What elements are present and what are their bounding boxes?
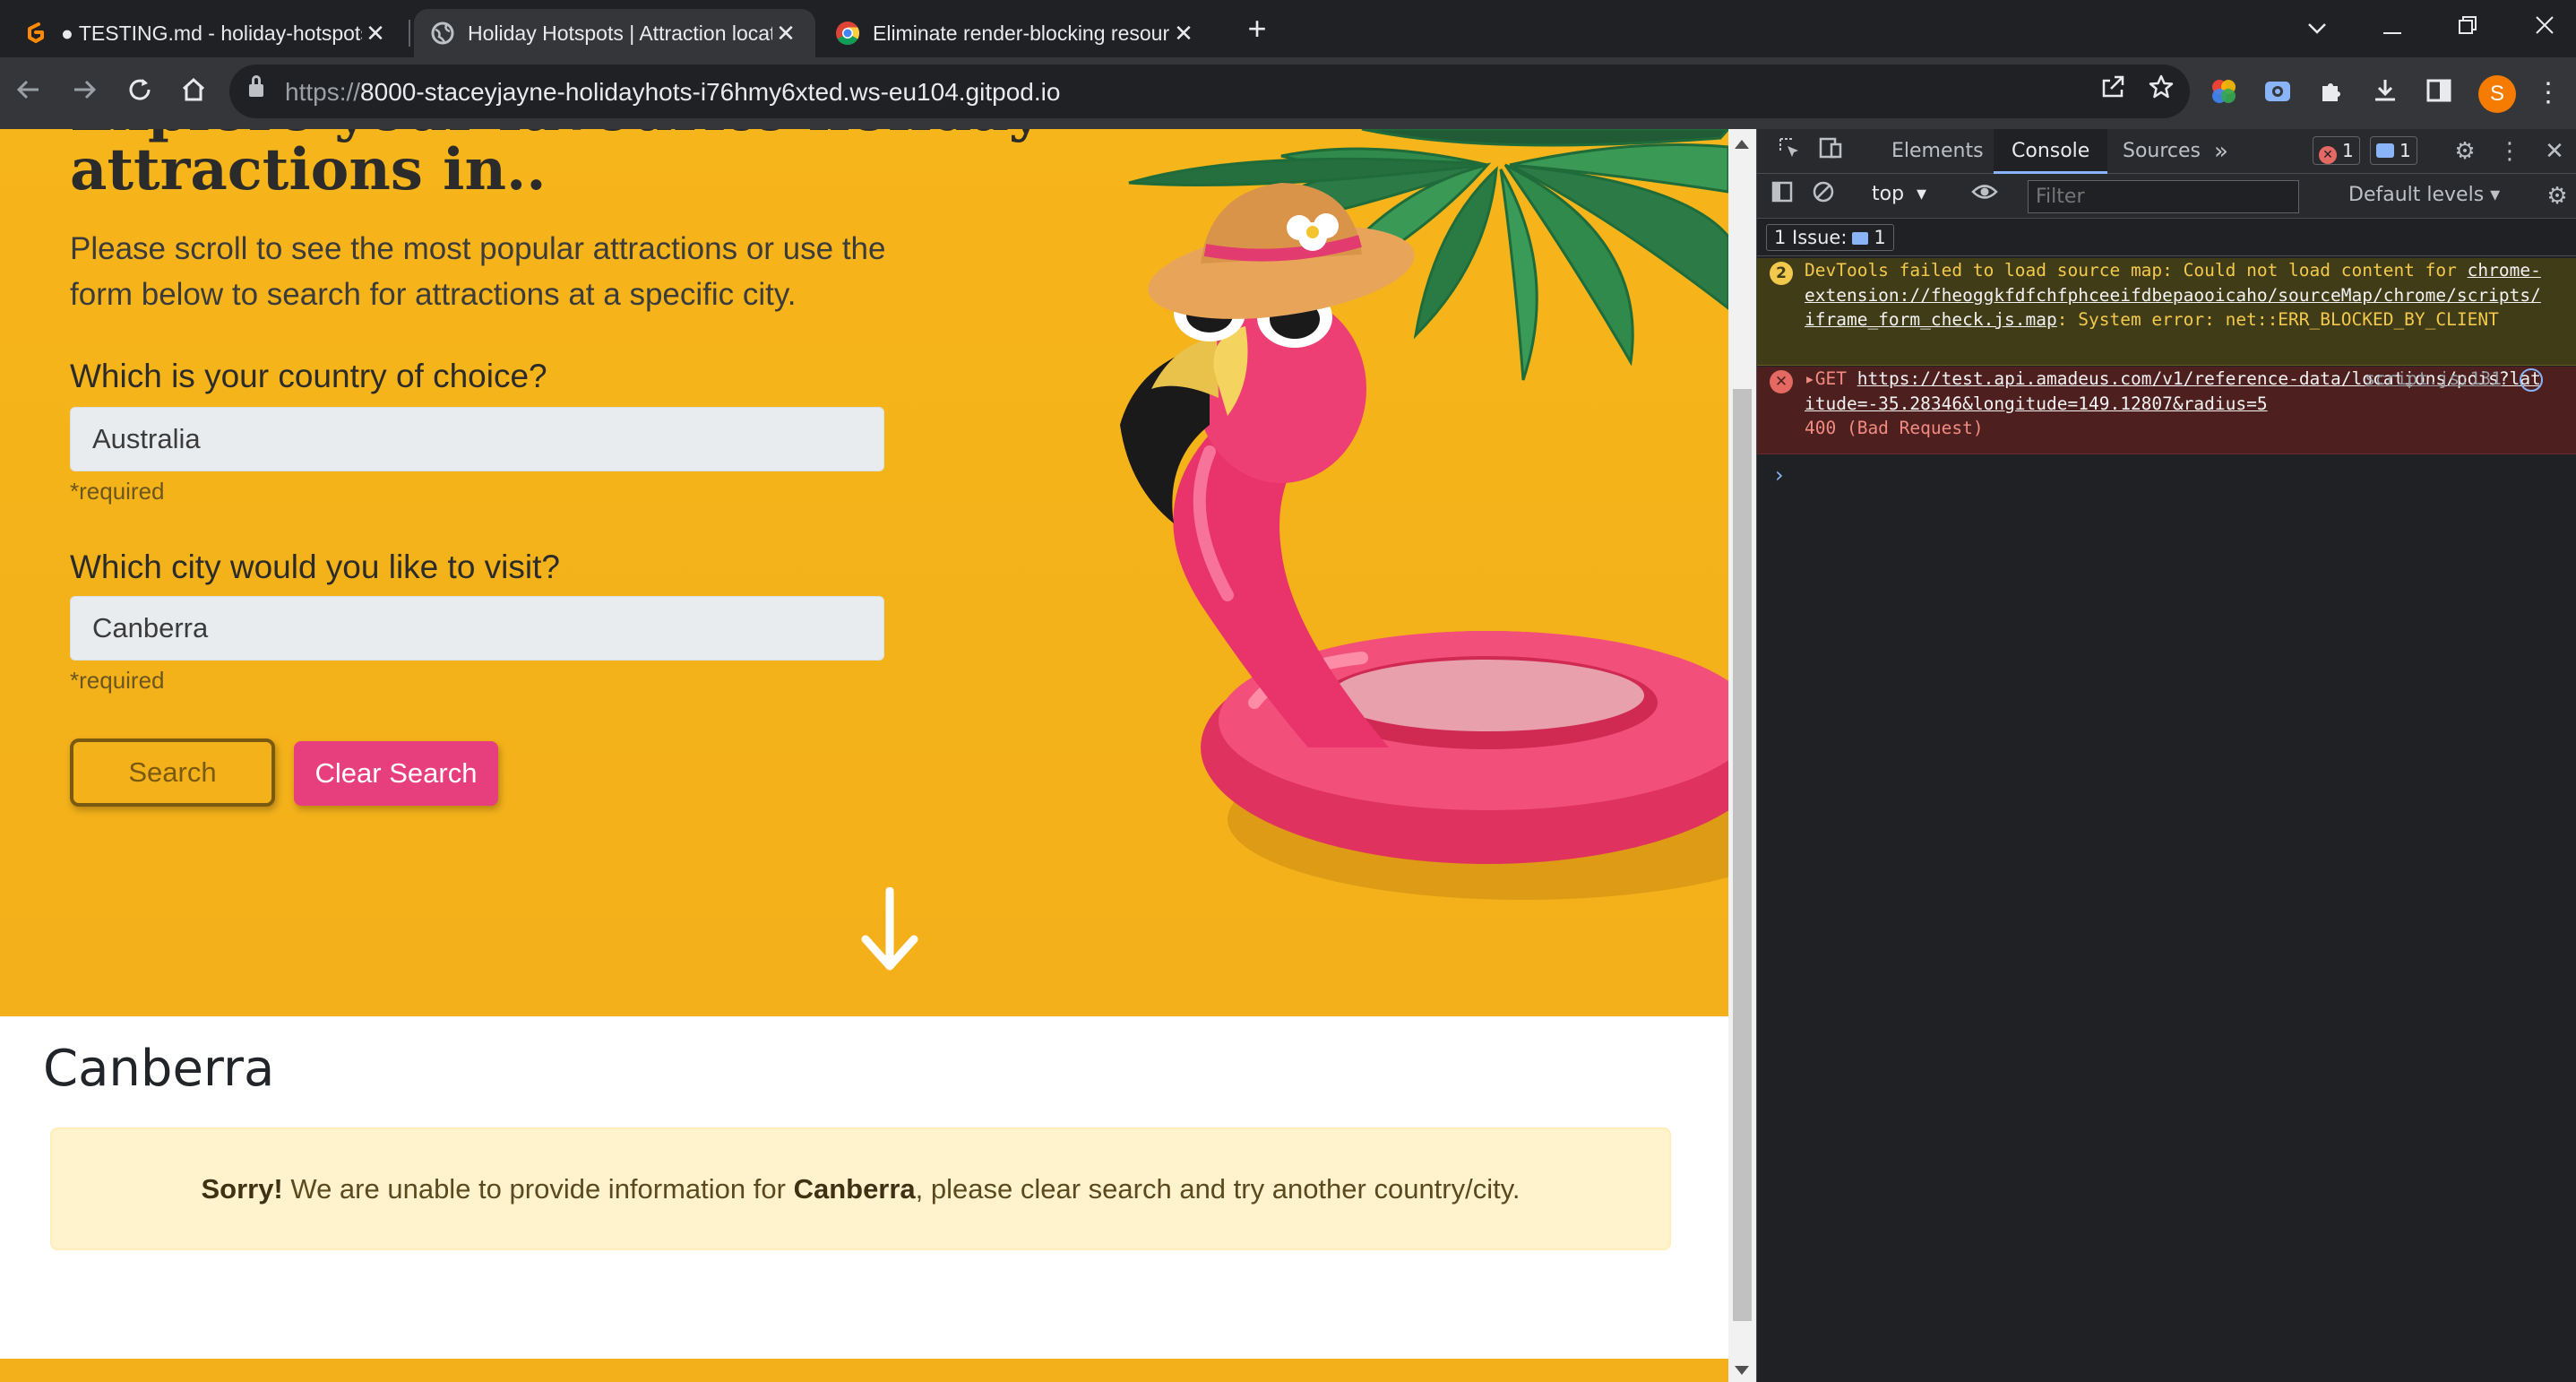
url-text[interactable]: https://8000-staceyjayne-holidayhots-i76…	[285, 78, 1060, 107]
no-results-alert: Sorry! We are unable to provide informat…	[50, 1127, 1671, 1250]
close-window-button[interactable]	[2518, 7, 2572, 47]
tab-testing-md[interactable]: ● TESTING.md - holiday-hotspots ✕	[7, 9, 405, 57]
devtools-panel: Elements Console Sources » ✕ 1 1 ⚙ ⋮ ✕ to…	[1756, 129, 2576, 1382]
restore-button[interactable]	[2441, 7, 2494, 47]
tab-title: ● TESTING.md - holiday-hotspots	[61, 21, 362, 45]
close-icon[interactable]: ✕	[772, 20, 799, 48]
new-tab-button[interactable]: +	[1239, 11, 1275, 47]
page-viewport: Explore your favourite holiday attractio…	[0, 129, 1728, 1382]
console-settings-icon[interactable]: ⚙	[2541, 180, 2573, 212]
devtools-tabbar: Elements Console Sources » ✕ 1 1 ⚙ ⋮ ✕	[1757, 129, 2576, 174]
tab-eliminate-render-blocking[interactable]: Eliminate render-blocking resources ✕	[819, 9, 1213, 57]
footer-band	[0, 1359, 1728, 1382]
home-icon[interactable]	[176, 75, 211, 111]
device-toolbar-icon[interactable]	[1814, 135, 1847, 168]
clear-console-icon[interactable]	[1807, 180, 1839, 212]
browser-toolbar: https://8000-staceyjayne-holidayhots-i76…	[0, 57, 2576, 129]
side-panel-icon[interactable]	[2423, 77, 2455, 109]
close-icon[interactable]: ✕	[362, 20, 389, 48]
back-icon[interactable]	[11, 75, 47, 111]
log-levels-dropdown[interactable]: Default levels ▾	[2348, 184, 2500, 206]
issues-chip[interactable]: 1 Issue: 1	[1766, 224, 1894, 251]
forward-icon[interactable]	[66, 75, 102, 111]
console-error-message[interactable]: ✕ ▸GET https://test.api.amadeus.com/v1/r…	[1757, 367, 2576, 454]
response-status: 400 (Bad Request)	[1805, 418, 1984, 438]
alert-text: We are unable to provide information for	[282, 1173, 794, 1205]
city-label: Which city would you like to visit?	[70, 548, 560, 585]
color-picker-extension-icon[interactable]	[2208, 77, 2240, 109]
page-scrollbar[interactable]	[1728, 129, 1756, 1382]
tab-holiday-hotspots[interactable]: Holiday Hotspots | Attraction locator ✕	[414, 9, 815, 57]
intro-text: Please scroll to see the most popular at…	[70, 231, 886, 312]
alert-sorry: Sorry!	[201, 1173, 283, 1205]
result-city-title: Canberra	[43, 1040, 275, 1098]
console-prompt-icon[interactable]: ›	[1775, 462, 1784, 488]
tab-search-icon[interactable]	[2290, 7, 2344, 47]
console-warning-message[interactable]: 2 DevTools failed to load source map: Co…	[1757, 258, 2576, 366]
live-expression-eye-icon[interactable]	[1969, 180, 2001, 212]
browser-menu-icon[interactable]: ⋮	[2532, 77, 2564, 109]
share-icon[interactable]	[2097, 73, 2129, 106]
scroll-down-arrow-icon[interactable]	[858, 887, 921, 975]
message-count-badge[interactable]: 1	[2370, 136, 2417, 165]
warning-text: : System error: net::ERR_BLOCKED_BY_CLIE…	[2056, 309, 2499, 330]
results-section: Canberra Sorry! We are unable to provide…	[0, 1016, 1728, 1357]
search-button[interactable]: Search	[70, 739, 275, 807]
tab-console[interactable]: Console	[1994, 129, 2108, 174]
lock-icon[interactable]	[249, 75, 263, 99]
address-bar[interactable]: https://8000-staceyjayne-holidayhots-i76…	[229, 65, 2190, 118]
console-filterbar: top ▾ Default levels ▾ ⚙	[1757, 174, 2576, 219]
reload-icon[interactable]	[122, 75, 158, 111]
tab-title: Eliminate render-blocking resources	[873, 21, 1170, 45]
city-input[interactable]: Canberra	[70, 596, 884, 661]
inspect-element-icon[interactable]	[1773, 135, 1805, 168]
expand-triangle-icon[interactable]: ▸	[1805, 368, 1815, 389]
issues-bar: 1 Issue: 1	[1757, 219, 2576, 256]
profile-avatar[interactable]: S	[2478, 75, 2516, 113]
warning-count-badge: 2	[1770, 262, 1793, 285]
alert-text: , please clear search and try another co…	[915, 1173, 1521, 1205]
extensions-puzzle-icon[interactable]	[2315, 77, 2348, 109]
settings-gear-icon[interactable]: ⚙	[2449, 135, 2481, 168]
tab-strip: ● TESTING.md - holiday-hotspots ✕ Holida…	[0, 0, 2576, 57]
network-request-icon[interactable]	[2520, 368, 2543, 392]
tab-title: Holiday Hotspots | Attraction locator	[468, 21, 772, 45]
error-count-badge[interactable]: ✕ 1	[2313, 136, 2360, 165]
minimize-button[interactable]	[2365, 7, 2419, 47]
clear-search-button[interactable]: Clear Search	[294, 741, 498, 806]
tab-sources[interactable]: Sources	[2105, 129, 2218, 174]
scroll-down-icon[interactable]	[1735, 1366, 1749, 1375]
close-devtools-icon[interactable]: ✕	[2538, 135, 2571, 168]
warning-text: DevTools failed to load source map: Coul…	[1805, 260, 2468, 281]
scroll-up-icon[interactable]	[1735, 140, 1749, 149]
gitpod-icon	[23, 21, 48, 46]
country-label: Which is your country of choice?	[70, 358, 547, 394]
required-note: *required	[70, 478, 165, 505]
scrollbar-thumb[interactable]	[1733, 389, 1752, 1321]
more-options-icon[interactable]: ⋮	[2494, 135, 2526, 168]
error-icon: ✕	[1770, 370, 1793, 393]
tab-separator	[409, 20, 410, 47]
required-note: *required	[70, 667, 165, 694]
more-tabs-icon[interactable]: »	[2205, 135, 2237, 168]
screen-capture-extension-icon[interactable]	[2262, 77, 2294, 109]
request-method: GET	[1814, 368, 1847, 389]
chrome-icon	[835, 21, 860, 46]
console-filter-input[interactable]	[2028, 180, 2299, 213]
close-icon[interactable]: ✕	[1170, 20, 1197, 48]
context-selector[interactable]: top ▾	[1872, 183, 1926, 205]
flamingo-float-image	[1120, 129, 1728, 900]
country-input[interactable]: Australia	[70, 407, 884, 471]
download-icon[interactable]	[2369, 77, 2401, 109]
sidebar-toggle-icon[interactable]	[1766, 180, 1798, 212]
hero-heading: attractions in..	[70, 136, 547, 203]
globe-icon	[430, 21, 455, 46]
alert-city: Canberra	[793, 1173, 916, 1205]
bookmark-star-icon[interactable]	[2145, 73, 2177, 106]
tab-elements[interactable]: Elements	[1874, 129, 2002, 174]
hero-section: Explore your favourite holiday attractio…	[0, 129, 1728, 1016]
source-location-link[interactable]: script.js:131	[2365, 367, 2502, 392]
